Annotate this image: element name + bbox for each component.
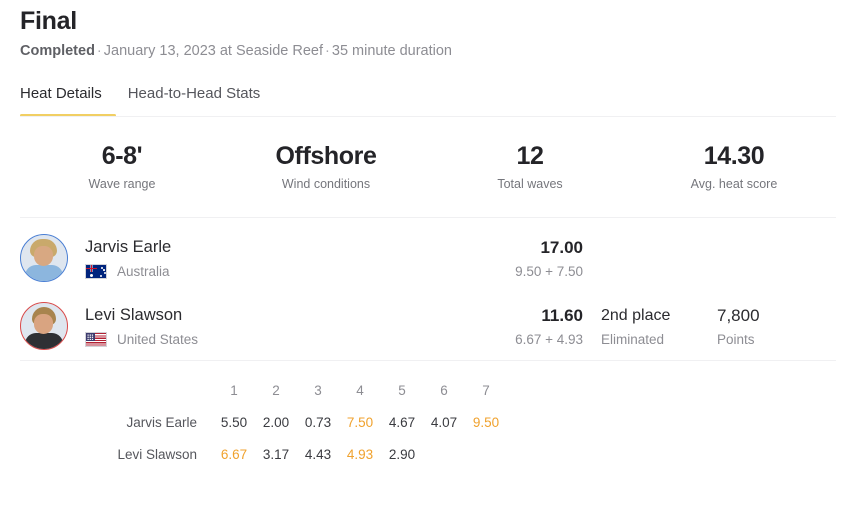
- avatar-levi-slawson[interactable]: [20, 302, 68, 350]
- page-title: Final: [20, 7, 77, 35]
- heat-detail-page: Final Completed · January 13, 2023 at Seas…: [0, 0, 856, 525]
- heat-date-location: January 13, 2023 at Seaside Reef: [103, 43, 324, 59]
- avatar-image: [21, 235, 67, 281]
- wave-score-cell: 2.00: [262, 415, 290, 430]
- athlete-score-block: 11.60 6.67 + 4.93: [415, 305, 583, 348]
- stat-total-waves: 12 Total waves: [428, 141, 632, 192]
- wave-score-cell: 3.17: [262, 447, 290, 462]
- tab-bar: Heat Details Head-to-Head Stats: [20, 84, 836, 117]
- wave-score-cell: 0.73: [304, 415, 332, 430]
- heat-subtitle: Completed · January 13, 2023 at Seaside Re…: [20, 41, 836, 61]
- wave-scores-section: 1 2 3 4 5 6 7 Jarvis Earle 5.50 2.00 0.7…: [20, 361, 836, 471]
- wave-table-corner: [105, 375, 213, 407]
- wave-score-cell: [465, 439, 507, 471]
- stat-label: Wave range: [88, 177, 156, 191]
- stat-wind-conditions: Offshore Wind conditions: [224, 141, 428, 192]
- heat-duration: 35 minute duration: [331, 43, 452, 59]
- wave-score-cell-counted: 7.50: [346, 415, 374, 430]
- wave-score-cell: [423, 439, 465, 471]
- athlete-place-block: [583, 256, 717, 260]
- table-row: Jarvis Earle 5.50 2.00 0.73 7.50 4.67 4.…: [105, 407, 507, 439]
- stat-value: 6-8': [101, 142, 143, 170]
- athlete-total-score: 17.00: [540, 237, 583, 257]
- stat-value: 14.30: [703, 142, 765, 170]
- wave-row-label: Levi Slawson: [117, 447, 197, 462]
- athlete-name: Levi Slawson: [85, 305, 183, 324]
- stat-label: Avg. heat score: [690, 177, 778, 191]
- wave-column-header: 2: [272, 383, 280, 398]
- wave-scores-table: 1 2 3 4 5 6 7 Jarvis Earle 5.50 2.00 0.7…: [105, 375, 507, 471]
- stat-wave-range: 6-8' Wave range: [20, 141, 224, 192]
- athlete-points-block: 7,800 Points: [717, 305, 817, 348]
- athlete-points-block: [717, 256, 817, 260]
- heat-stats-strip: 6-8' Wave range Offshore Wind conditions…: [20, 141, 836, 192]
- avatar-jarvis-earle[interactable]: [20, 234, 68, 282]
- wave-score-cell: 4.67: [388, 415, 416, 430]
- stat-label: Wind conditions: [281, 177, 371, 191]
- wave-score-cell-counted: 4.93: [346, 447, 374, 462]
- athlete-country: United States: [117, 331, 199, 347]
- tab-heat-details[interactable]: Heat Details: [20, 84, 102, 117]
- athlete-place-block: 2nd place Eliminated: [583, 305, 717, 348]
- athlete-info: Levi Slawson United States: [85, 305, 415, 348]
- athlete-country: Australia: [117, 263, 170, 279]
- stat-avg-heat-score: 14.30 Avg. heat score: [632, 141, 836, 192]
- athlete-score-block: 17.00 9.50 + 7.50: [415, 237, 583, 280]
- wave-column-header: 6: [440, 383, 448, 398]
- athlete-country-row: Australia: [85, 263, 415, 280]
- athlete-status: Eliminated: [601, 331, 665, 347]
- wave-column-header: 7: [482, 383, 490, 398]
- wave-column-header: 3: [314, 383, 322, 398]
- table-row: Levi Slawson 6.67 3.17 4.43 4.93 2.90: [105, 439, 507, 471]
- athlete-country-row: United States: [85, 331, 415, 348]
- stat-label: Total waves: [497, 177, 563, 191]
- athlete-points: 7,800: [717, 305, 760, 325]
- wave-score-cell-counted: 6.67: [220, 447, 248, 462]
- athlete-place: 2nd place: [601, 306, 671, 324]
- tab-head-to-head-stats[interactable]: Head-to-Head Stats: [128, 84, 261, 117]
- wave-column-header: 1: [230, 383, 238, 398]
- athlete-row[interactable]: Jarvis Earle Australia 17.00 9.50 + 7.50: [20, 224, 836, 292]
- athlete-score-breakdown: 9.50 + 7.50: [515, 263, 583, 279]
- stat-value: 12: [516, 142, 544, 170]
- athlete-name: Jarvis Earle: [85, 237, 172, 256]
- wave-score-cell: 2.90: [388, 447, 416, 462]
- flag-australia-icon: [85, 263, 107, 279]
- wave-score-cell: 5.50: [220, 415, 248, 430]
- tab-bar-divider: [20, 116, 836, 117]
- flag-united-states-icon: [85, 331, 107, 347]
- wave-score-cell: 4.43: [304, 447, 332, 462]
- wave-column-header: 4: [356, 383, 364, 398]
- avatar-image: [21, 303, 67, 349]
- wave-score-cell-counted: 9.50: [472, 415, 500, 430]
- wave-score-cell: 4.07: [430, 415, 458, 430]
- athlete-total-score: 11.60: [541, 305, 583, 325]
- athlete-info: Jarvis Earle Australia: [85, 237, 415, 280]
- wave-row-label: Jarvis Earle: [126, 415, 197, 430]
- subtitle-separator-1: ·: [96, 43, 102, 59]
- stat-value: Offshore: [275, 142, 377, 170]
- subtitle-separator-2: ·: [325, 43, 330, 59]
- athlete-list: Jarvis Earle Australia 17.00 9.50 + 7.50: [20, 218, 836, 360]
- heat-status: Completed: [20, 43, 95, 59]
- athlete-row[interactable]: Levi Slawson United States 11.60 6.67 + …: [20, 292, 836, 360]
- athlete-score-breakdown: 6.67 + 4.93: [515, 331, 583, 347]
- wave-table-header-row: 1 2 3 4 5 6 7: [105, 375, 507, 407]
- wave-column-header: 5: [398, 383, 406, 398]
- athlete-points-label: Points: [717, 331, 755, 347]
